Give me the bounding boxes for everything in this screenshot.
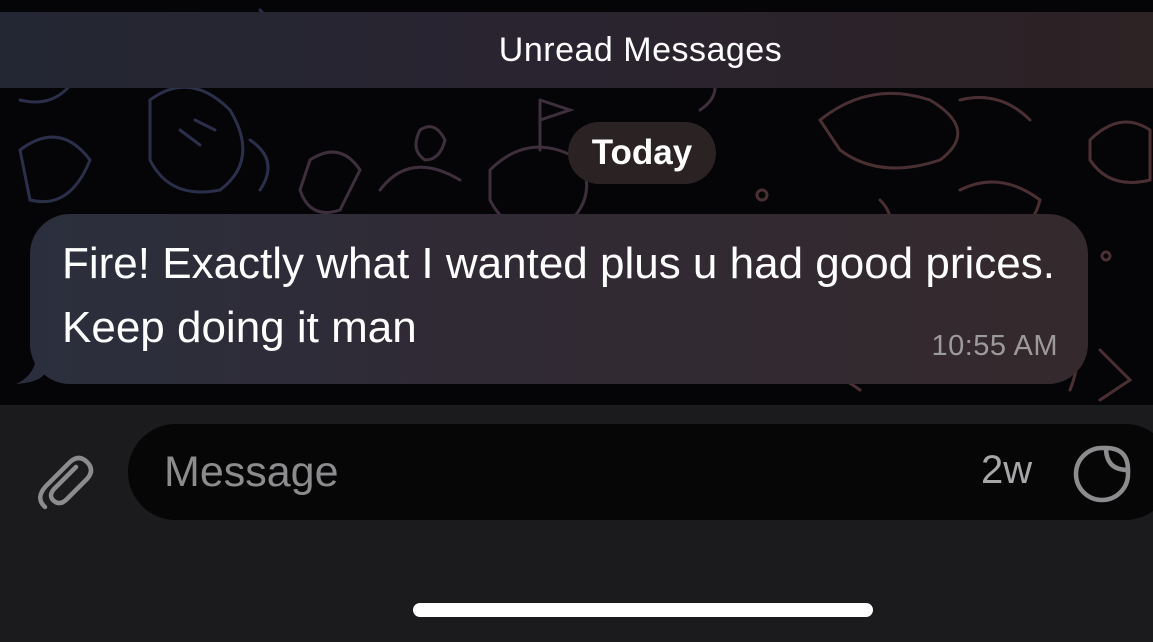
message-input[interactable] (164, 424, 944, 520)
date-label: Today (591, 133, 693, 172)
sticker-icon (1073, 445, 1131, 503)
self-destruct-timer-button[interactable]: 2w (981, 448, 1032, 493)
message-field[interactable]: 2w (128, 424, 1153, 520)
unread-messages-label: Unread Messages (498, 30, 783, 69)
message-bubble[interactable]: Fire! Exactly what I wanted plus u had g… (30, 214, 1088, 384)
message-text: Fire! Exactly what I wanted plus u had g… (62, 239, 1055, 352)
unread-messages-banner: Unread Messages (0, 12, 1153, 88)
composer-bar: 2w (0, 405, 1153, 642)
chat-area[interactable]: Unread Messages Today Fire! Exactly what… (0, 0, 1153, 405)
message-time: 10:55 AM (931, 330, 1058, 362)
home-indicator[interactable] (413, 603, 873, 617)
paperclip-icon (38, 455, 94, 510)
sticker-button[interactable] (1070, 442, 1134, 506)
date-separator: Today (568, 122, 716, 184)
attach-button[interactable] (28, 445, 100, 517)
chat-screen: Unread Messages Today Fire! Exactly what… (0, 0, 1153, 642)
